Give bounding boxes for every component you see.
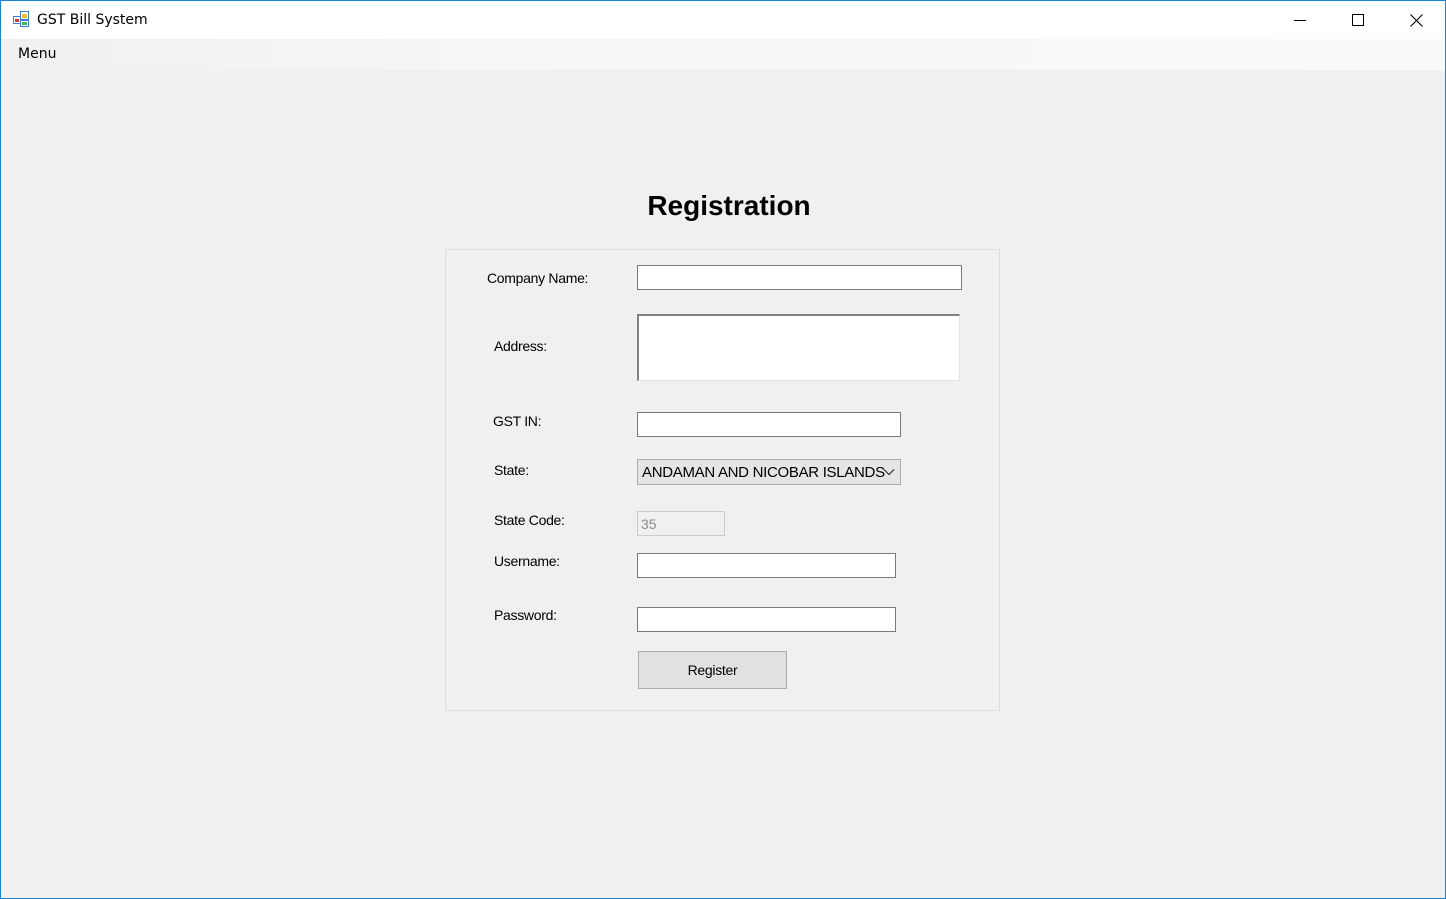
state-code-label: State Code: — [494, 512, 565, 528]
address-label: Address: — [494, 338, 547, 354]
maximize-button[interactable] — [1329, 1, 1387, 39]
page-title: Registration — [647, 190, 811, 221]
company-name-input[interactable] — [637, 265, 962, 290]
register-button[interactable]: Register — [638, 651, 787, 689]
window-title: GST Bill System — [37, 12, 148, 28]
username-label: Username: — [494, 553, 560, 569]
menu-item-menu[interactable]: Menu — [11, 43, 63, 65]
minimize-icon — [1294, 20, 1306, 21]
state-label: State: — [494, 462, 529, 478]
state-code-field: 35 — [637, 511, 725, 536]
close-button[interactable] — [1387, 1, 1445, 39]
company-name-label: Company Name: — [487, 270, 589, 286]
password-label: Password: — [494, 607, 557, 623]
minimize-button[interactable] — [1271, 1, 1329, 39]
menu-bar: Menu — [1, 39, 1445, 70]
chevron-down-icon — [883, 469, 895, 476]
app-window-icon[interactable] — [13, 11, 29, 27]
password-input[interactable] — [637, 607, 896, 632]
gstin-label: GST IN: — [493, 413, 542, 429]
title-bar[interactable]: GST Bill System — [1, 1, 1445, 39]
username-input[interactable] — [637, 553, 896, 578]
close-icon — [1409, 13, 1423, 27]
maximize-icon — [1352, 14, 1364, 26]
state-code-value: 35 — [641, 516, 657, 532]
address-textarea[interactable] — [637, 314, 960, 381]
gstin-input[interactable] — [637, 412, 901, 437]
state-dropdown[interactable]: ANDAMAN AND NICOBAR ISLANDS — [637, 459, 901, 485]
state-selected-value: ANDAMAN AND NICOBAR ISLANDS — [642, 464, 885, 481]
app-window: GST Bill System Menu Registration Compan… — [0, 0, 1446, 899]
